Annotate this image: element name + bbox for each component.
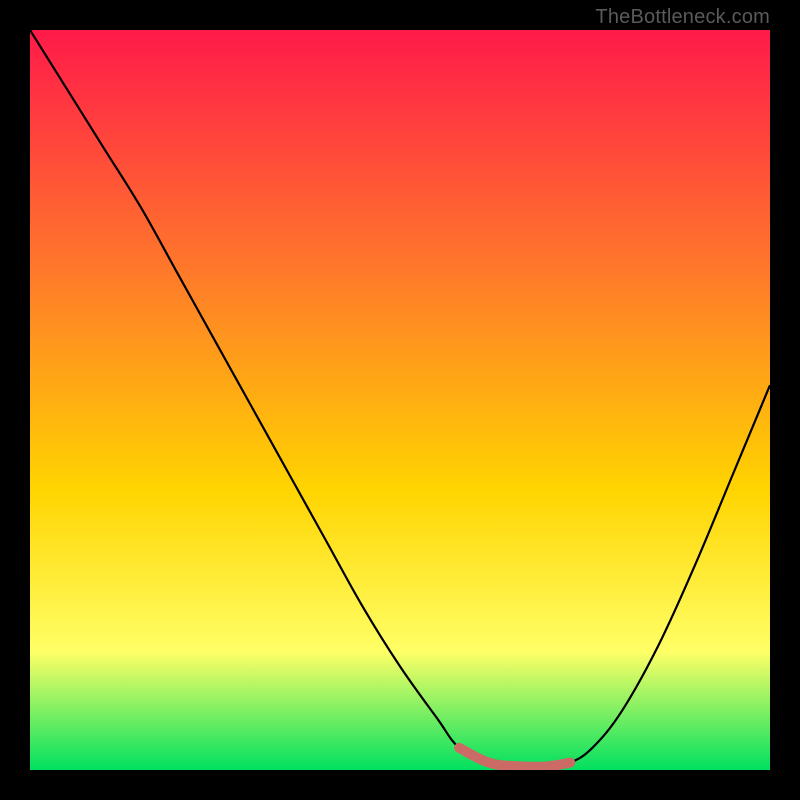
plot-area bbox=[30, 30, 770, 770]
gradient-background bbox=[30, 30, 770, 770]
chart-svg bbox=[30, 30, 770, 770]
attribution-label: TheBottleneck.com bbox=[595, 6, 770, 29]
chart-frame: TheBottleneck.com bbox=[0, 0, 800, 800]
